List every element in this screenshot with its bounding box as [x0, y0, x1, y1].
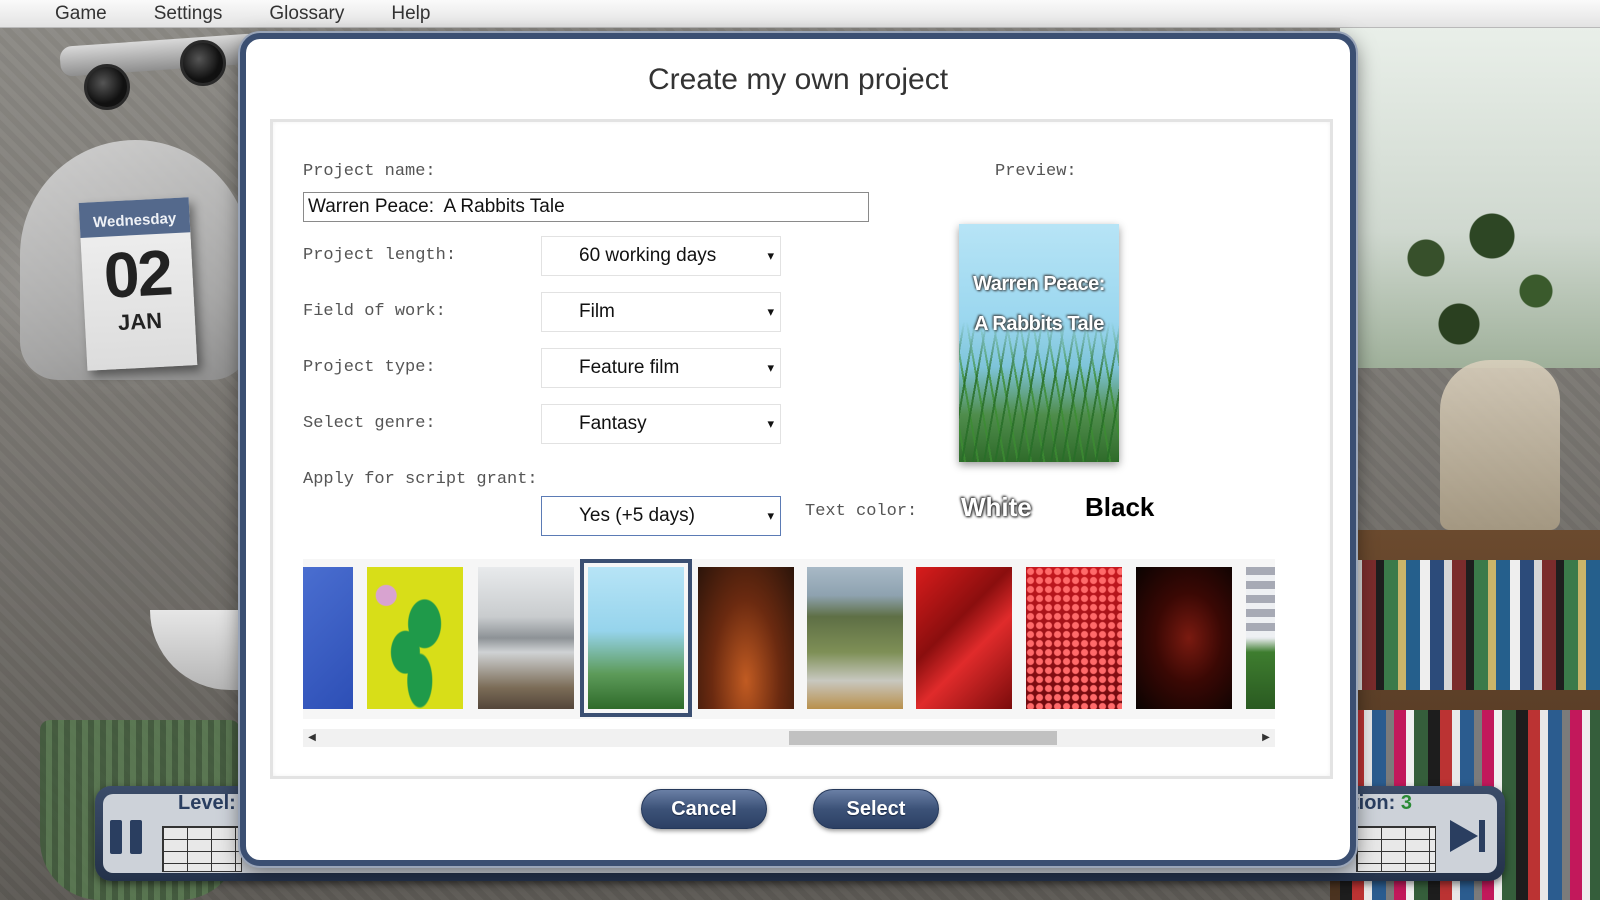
- project-name-input[interactable]: [303, 192, 869, 222]
- cover-image-strip: [303, 559, 1275, 719]
- field-of-work-value: Film: [579, 301, 615, 322]
- dialog-panel: Project name: Project length: 60 working…: [270, 119, 1333, 779]
- cover-thumbnail[interactable]: [807, 567, 903, 709]
- chevron-down-icon: ▾: [767, 508, 774, 523]
- level-label: Level:: [178, 792, 236, 814]
- horizontal-scrollbar[interactable]: ◀ ▶: [303, 729, 1275, 747]
- chevron-down-icon: ▾: [767, 360, 774, 375]
- preview-title: Warren Peace: A Rabbits Tale: [973, 273, 1105, 335]
- menu-game[interactable]: Game: [55, 3, 107, 25]
- hud-grid-left: [162, 826, 242, 872]
- scroll-left-icon[interactable]: ◀: [303, 729, 321, 747]
- cover-thumbnail[interactable]: [1026, 567, 1122, 709]
- position-value: 3: [1400, 792, 1412, 814]
- script-grant-value: Yes (+5 days): [579, 505, 696, 526]
- project-length-value: 60 working days: [579, 245, 717, 266]
- pause-icon[interactable]: [110, 820, 142, 854]
- text-color-black-option[interactable]: Black: [1085, 492, 1154, 523]
- project-cover-preview: Warren Peace: A Rabbits Tale: [959, 224, 1119, 462]
- project-type-label: Project type:: [303, 358, 436, 377]
- project-type-select[interactable]: Feature film ▾: [541, 348, 781, 388]
- text-color-label: Text color:: [805, 502, 918, 521]
- cover-thumbnail[interactable]: [1136, 567, 1232, 709]
- position-label: tion: 3: [1352, 792, 1412, 815]
- skip-forward-icon[interactable]: [1448, 818, 1488, 854]
- cover-thumbnail[interactable]: [367, 567, 463, 709]
- wall-calendar[interactable]: Wednesday 02 JAN: [78, 197, 198, 371]
- cover-thumbnail-selected[interactable]: [580, 559, 692, 717]
- chevron-down-icon: ▾: [767, 416, 774, 431]
- position-label-text: tion:: [1352, 792, 1396, 814]
- cancel-button[interactable]: Cancel: [641, 789, 767, 829]
- create-project-dialog: Create my own project Project name: Proj…: [240, 33, 1356, 866]
- spotlight-icon: [180, 40, 226, 86]
- books-row: [1340, 560, 1600, 690]
- field-of-work-label: Field of work:: [303, 302, 446, 321]
- menu-glossary[interactable]: Glossary: [269, 3, 344, 25]
- chevron-down-icon: ▾: [767, 304, 774, 319]
- field-of-work-select[interactable]: Film ▾: [541, 292, 781, 332]
- cover-thumbnail[interactable]: [303, 567, 353, 709]
- scroll-right-icon[interactable]: ▶: [1257, 729, 1275, 747]
- chevron-down-icon: ▾: [767, 248, 774, 263]
- menu-settings[interactable]: Settings: [154, 3, 223, 25]
- project-name-label: Project name:: [303, 162, 436, 181]
- script-grant-select[interactable]: Yes (+5 days) ▾: [541, 496, 781, 536]
- project-length-label: Project length:: [303, 246, 457, 265]
- project-type-value: Feature film: [579, 357, 680, 378]
- cover-thumbnail[interactable]: [698, 567, 794, 709]
- spotlight-icon: [84, 64, 130, 110]
- plant: [1360, 170, 1580, 390]
- calendar-month: JAN: [117, 307, 163, 336]
- calendar-weekday: Wednesday: [78, 197, 191, 238]
- dialog-title: Create my own project: [647, 63, 949, 96]
- hud-grid-right: [1356, 826, 1436, 872]
- cover-thumbnail[interactable]: [1246, 567, 1275, 709]
- genre-label: Select genre:: [303, 414, 436, 433]
- genre-value: Fantasy: [579, 413, 647, 434]
- select-button[interactable]: Select: [813, 789, 939, 829]
- calendar-day: 02: [102, 236, 173, 312]
- cover-thumbnail[interactable]: [916, 567, 1012, 709]
- genre-select[interactable]: Fantasy ▾: [541, 404, 781, 444]
- scrollbar-thumb[interactable]: [789, 731, 1057, 745]
- script-grant-label: Apply for script grant:: [303, 470, 538, 489]
- preview-label: Preview:: [995, 162, 1077, 181]
- menu-help[interactable]: Help: [391, 3, 430, 25]
- cover-thumbnail[interactable]: [478, 567, 574, 709]
- menu-bar: Game Settings Glossary Help: [0, 0, 1600, 28]
- text-color-white-option[interactable]: White: [961, 492, 1032, 523]
- project-length-select[interactable]: 60 working days ▾: [541, 236, 781, 276]
- horse-statue: [1440, 360, 1560, 530]
